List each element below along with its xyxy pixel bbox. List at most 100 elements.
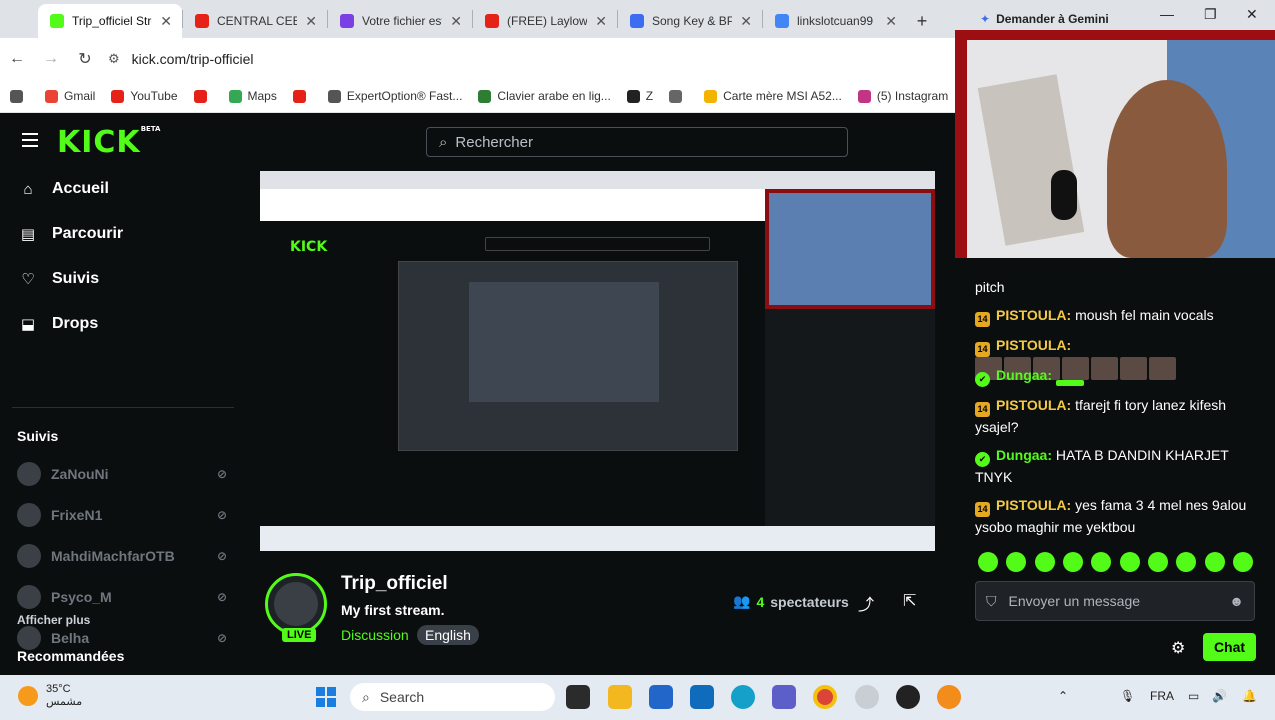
sidebar-item-accueil[interactable]: ⌂ Accueil (20, 180, 108, 198)
volume-icon[interactable]: 🔊 (1212, 689, 1227, 703)
bookmark-item[interactable]: YouTube (111, 89, 178, 103)
chat-username[interactable]: PISTOULA (996, 337, 1067, 353)
bookmark-item[interactable]: Gmail (45, 89, 95, 103)
tray-expand-icon[interactable]: ⌃ (1058, 689, 1068, 703)
chat-username[interactable]: PISTOULA (996, 497, 1067, 513)
teams-icon[interactable] (772, 685, 796, 709)
menu-icon[interactable] (22, 133, 38, 147)
bookmark-item[interactable]: (5) Instagram (857, 89, 948, 103)
kick-logo[interactable]: KICKBETA (57, 125, 160, 160)
sidebar-item-parcourir[interactable]: ▤ Parcourir (20, 225, 123, 243)
restore-icon[interactable]: ❐ (1204, 6, 1217, 23)
close-window-icon[interactable]: ✕ (1246, 6, 1258, 23)
input-language[interactable]: FRA (1150, 689, 1174, 703)
emoji-icon[interactable]: ☻ (1229, 593, 1244, 609)
tab-close-icon[interactable]: ✕ (885, 13, 897, 30)
followed-channel[interactable]: ZaNouNi ⊘ (17, 462, 227, 486)
fl-studio-icon[interactable] (937, 685, 961, 709)
bookmark-item[interactable] (292, 89, 312, 103)
site-info-icon[interactable]: ⚙ (108, 51, 120, 67)
app-icon[interactable] (855, 685, 879, 709)
task-view-icon[interactable] (566, 685, 590, 709)
notification-icon[interactable]: 🔔 (1242, 689, 1257, 703)
bookmark-label: Gmail (64, 89, 96, 103)
store-icon[interactable] (649, 685, 673, 709)
forward-arrow-icon[interactable]: → (34, 50, 68, 68)
bookmark-item[interactable]: Maps (228, 89, 277, 103)
sidebar-item-drops[interactable]: ⬓ Drops (20, 315, 98, 333)
back-arrow-icon[interactable]: ← (0, 50, 34, 68)
search-input[interactable]: ⌕ Rechercher (426, 127, 848, 157)
browser-tab[interactable]: Votre fichier est ✕ (328, 4, 472, 38)
gemini-button[interactable]: ✦ Demander à Gemini (980, 6, 1109, 32)
sun-icon (18, 686, 38, 706)
emote-picker-icon[interactable] (1091, 552, 1112, 572)
channel-name[interactable]: Trip_officiel (341, 573, 448, 595)
followed-channel[interactable]: Belha ⊘ (17, 626, 227, 650)
bookmark-item[interactable]: Z (626, 89, 653, 103)
bookmark-item[interactable]: Clavier arabe en lig... (478, 89, 611, 103)
browser-tab[interactable]: (FREE) Laylow T ✕ (473, 4, 617, 38)
emote-picker-icon[interactable] (1147, 552, 1168, 572)
display-icon[interactable]: ▭ (1188, 689, 1199, 703)
followed-channel-name: FrixeN1 (51, 507, 103, 523)
emote-picker-icon[interactable] (1119, 552, 1140, 572)
channel-avatar[interactable] (265, 573, 327, 635)
chat-settings-icon[interactable]: ⚙ (1171, 638, 1185, 658)
minimize-icon[interactable]: — (1160, 6, 1174, 22)
chat-input[interactable]: ⛉ Envoyer un message ☻ (975, 581, 1255, 621)
chat-username[interactable]: PISTOULA (996, 307, 1067, 323)
browser-tab[interactable]: Song Key & BPM ✕ (618, 4, 762, 38)
url-field[interactable]: ⚙ kick.com/trip-officiel (108, 44, 908, 74)
browser-tab[interactable]: CENTRAL CEE T ✕ (183, 4, 327, 38)
bookmark-item[interactable] (669, 89, 688, 103)
bookmark-item[interactable] (193, 89, 213, 103)
theatre-mode-icon[interactable]: ⇱ (903, 591, 916, 611)
tab-close-icon[interactable]: ✕ (740, 13, 752, 30)
file-explorer-icon[interactable] (608, 685, 632, 709)
edge-icon[interactable] (731, 685, 755, 709)
tab-close-icon[interactable]: ✕ (450, 13, 462, 30)
bookmark-item[interactable]: Carte mère MSI A52... (704, 89, 842, 103)
emote-picker-icon[interactable] (1204, 552, 1225, 572)
followed-channel[interactable]: FrixeN1 ⊘ (17, 503, 227, 527)
language-tag[interactable]: English (417, 625, 479, 645)
bookmark-item[interactable]: ExpertOption® Fast... (327, 89, 462, 103)
windows-start-icon[interactable] (316, 687, 336, 707)
browser-tab[interactable]: Trip_officiel Stre ✕ (38, 4, 182, 38)
tab-favicon-icon (50, 14, 64, 28)
category-link[interactable]: Discussion (341, 627, 409, 643)
chat-username[interactable]: Dungaa (996, 367, 1047, 383)
emote-picker-icon[interactable] (1062, 552, 1083, 572)
followed-channel[interactable]: Psyco_M ⊘ (17, 585, 227, 609)
browser-tab[interactable]: linkslotcuan99 ✕ (763, 4, 907, 38)
outlook-icon[interactable] (690, 685, 714, 709)
send-chat-button[interactable]: Chat (1203, 633, 1256, 661)
chrome-icon[interactable] (813, 685, 837, 709)
tab-title: Song Key & BPM (652, 14, 733, 28)
chat-username[interactable]: PISTOULA (996, 397, 1067, 413)
reload-icon[interactable]: ↻ (68, 49, 102, 69)
mic-icon[interactable]: 🎙 (1120, 689, 1135, 703)
followed-channel[interactable]: MahdiMachfarOTB ⊘ (17, 544, 227, 568)
sidebar-item-label: Drops (52, 315, 99, 332)
tab-close-icon[interactable]: ✕ (160, 13, 172, 30)
new-tab-button[interactable]: + (907, 4, 937, 38)
emote-picker-icon[interactable] (1232, 552, 1253, 572)
taskbar-search[interactable]: ⌕ Search (350, 683, 555, 711)
emote-picker-icon[interactable] (1176, 552, 1197, 572)
emote-picker-icon[interactable] (1006, 552, 1027, 572)
emote-picker-icon[interactable] (978, 552, 998, 572)
emote-picker-icon[interactable] (1034, 552, 1055, 572)
bookmark-item[interactable] (10, 89, 29, 103)
weather-widget[interactable]: 35°C مشمس (18, 683, 82, 709)
shield-icon[interactable]: ⛉ (986, 593, 997, 610)
obs-icon[interactable] (896, 685, 920, 709)
show-more-link[interactable]: Afficher plus (17, 613, 90, 627)
video-player[interactable]: KICK (260, 171, 935, 551)
share-icon[interactable]: ⤴ (858, 591, 874, 615)
tab-close-icon[interactable]: ✕ (305, 13, 317, 30)
sidebar-item-suivis[interactable]: ♡ Suivis (20, 270, 99, 288)
tab-close-icon[interactable]: ✕ (595, 13, 607, 30)
chat-username[interactable]: Dungaa (996, 447, 1047, 463)
